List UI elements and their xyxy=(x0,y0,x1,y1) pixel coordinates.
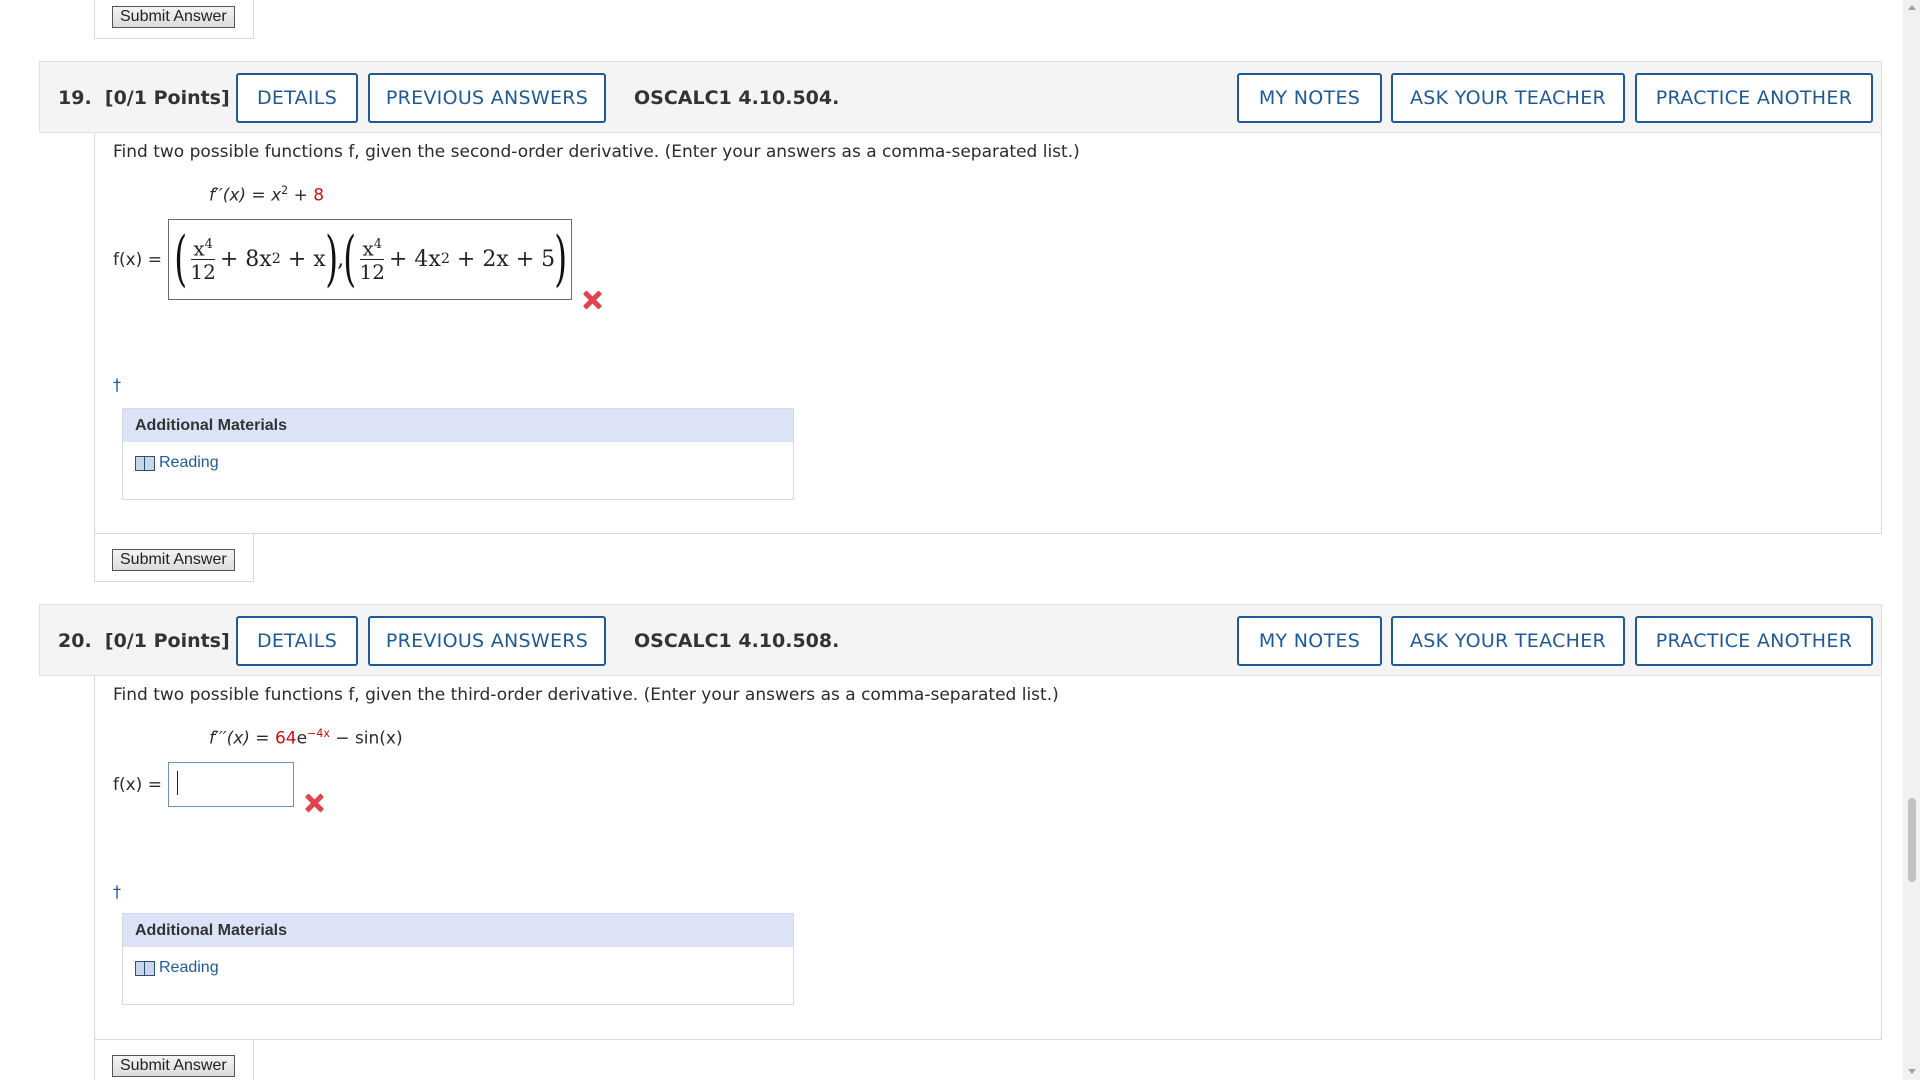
submit-answer-button[interactable]: Submit Answer xyxy=(112,549,235,571)
fraction-numerator: x xyxy=(193,236,205,261)
additional-materials: Additional Materials Reading xyxy=(122,408,794,500)
question-number-text: 20. xyxy=(58,630,92,652)
book-icon xyxy=(135,455,155,471)
q20-submit-container: Submit Answer xyxy=(94,1039,254,1080)
previous-answers-button[interactable]: PREVIOUS ANSWERS xyxy=(368,616,606,666)
fraction: x4 12 xyxy=(190,234,215,285)
scrollbar-thumb[interactable] xyxy=(1908,798,1916,882)
given-derivative: f′′(x) = x2 + 8 xyxy=(209,184,324,206)
text-caret xyxy=(177,771,178,795)
assignment-page: Submit Answer 19. [0/1 Points] DETAILS P… xyxy=(0,0,1903,1080)
question-19-body: Find two possible functions f, given the… xyxy=(94,133,1882,534)
term: + x xyxy=(287,246,326,272)
question-20-header: 20. [0/1 Points] DETAILS PREVIOUS ANSWER… xyxy=(39,604,1882,676)
vertical-scrollbar[interactable] xyxy=(1903,0,1920,1080)
question-prompt: Find two possible functions f, given the… xyxy=(113,685,1059,705)
numerator-exponent: 4 xyxy=(373,236,383,252)
reading-link[interactable]: Reading xyxy=(135,959,219,977)
practice-another-button[interactable]: PRACTICE ANOTHER xyxy=(1635,73,1873,123)
submit-answer-button[interactable]: Submit Answer xyxy=(112,1055,235,1077)
q19-submit-container: Submit Answer xyxy=(94,533,254,582)
formula-lhs: f′′(x) = x xyxy=(209,185,282,206)
additional-materials-title: Additional Materials xyxy=(123,409,793,442)
reading-link-label: Reading xyxy=(159,959,219,976)
prev-submit-container: Submit Answer xyxy=(94,0,254,39)
book-icon xyxy=(135,960,155,976)
term-exponent: 2 xyxy=(440,251,450,267)
details-button[interactable]: DETAILS xyxy=(236,616,358,666)
answer-input[interactable]: ( x4 12 + 8x 2 + x ) , ( x4 12 + 4x 2 + 2x… xyxy=(168,219,572,300)
question-number-text: 19. xyxy=(58,87,92,109)
question-prompt: Find two possible functions f, given the… xyxy=(113,142,1080,162)
formula-rest: − sin(x) xyxy=(329,728,403,749)
answer-input[interactable] xyxy=(168,762,294,807)
term-exponent: 2 xyxy=(271,251,281,267)
question-number: 20. [0/1 Points] xyxy=(58,605,230,677)
reading-link-label: Reading xyxy=(159,454,219,471)
details-button[interactable]: DETAILS xyxy=(236,73,358,123)
close-icon xyxy=(582,290,602,310)
formula-operator: + xyxy=(288,185,314,206)
ask-your-teacher-button[interactable]: ASK YOUR TEACHER xyxy=(1391,73,1625,123)
previous-answers-button[interactable]: PREVIOUS ANSWERS xyxy=(368,73,606,123)
right-paren: ) xyxy=(554,224,568,294)
fraction-denominator: 12 xyxy=(359,260,385,285)
practice-another-button[interactable]: PRACTICE ANOTHER xyxy=(1635,616,1873,666)
term: + 2x + 5 xyxy=(456,246,556,272)
formula-lhs: f′′′(x) = xyxy=(209,728,275,749)
question-code: OSCALC1 4.10.504. xyxy=(634,87,840,109)
formula-constant: 8 xyxy=(313,185,325,206)
fraction-denominator: 12 xyxy=(190,260,216,285)
close-icon xyxy=(304,793,324,813)
footnote-dagger[interactable]: † xyxy=(113,375,121,394)
term: + 4x xyxy=(388,246,441,272)
submit-answer-button[interactable]: Submit Answer xyxy=(112,6,235,28)
numerator-exponent: 4 xyxy=(204,236,213,252)
question-code: OSCALC1 4.10.508. xyxy=(634,630,840,652)
fraction-numerator: x xyxy=(362,236,374,261)
answer-label: f(x) = xyxy=(113,250,162,270)
given-derivative: f′′′(x) = 64e−4x − sin(x) xyxy=(209,727,403,749)
scroll-up-arrow-icon[interactable] xyxy=(1908,5,1916,10)
answer-label: f(x) = xyxy=(113,775,162,795)
my-notes-button[interactable]: MY NOTES xyxy=(1237,616,1382,666)
footnote-dagger[interactable]: † xyxy=(113,882,121,901)
question-20-body: Find two possible functions f, given the… xyxy=(94,676,1882,1040)
question-19-header: 19. [0/1 Points] DETAILS PREVIOUS ANSWER… xyxy=(39,61,1882,133)
term: + 8x xyxy=(219,246,272,272)
my-notes-button[interactable]: MY NOTES xyxy=(1237,73,1382,123)
right-paren: ) xyxy=(324,224,338,294)
ask-your-teacher-button[interactable]: ASK YOUR TEACHER xyxy=(1391,616,1625,666)
question-number: 19. [0/1 Points] xyxy=(58,62,230,134)
scroll-down-arrow-icon[interactable] xyxy=(1908,1069,1916,1074)
question-points: [0/1 Points] xyxy=(104,630,230,652)
fraction: x4 12 xyxy=(360,234,385,285)
formula-exponent: −4x xyxy=(307,727,330,740)
left-paren: ( xyxy=(174,224,188,294)
left-paren: ( xyxy=(343,224,357,294)
reading-link[interactable]: Reading xyxy=(135,454,219,472)
formula-coefficient: 64 xyxy=(274,728,297,749)
additional-materials-title: Additional Materials xyxy=(123,914,793,947)
question-points: [0/1 Points] xyxy=(104,87,230,109)
additional-materials: Additional Materials Reading xyxy=(122,913,794,1005)
answer-expression: ( x4 12 + 8x 2 + x ) , ( x4 12 + 4x 2 + 2x… xyxy=(174,224,568,294)
formula-e: e xyxy=(296,728,308,749)
